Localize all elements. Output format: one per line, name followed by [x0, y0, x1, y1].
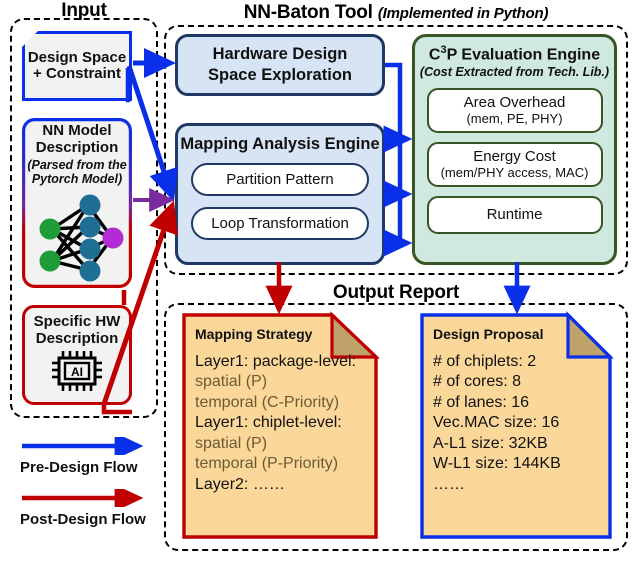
output-group-title: Output Report [164, 282, 628, 304]
design-proposal-title: Design Proposal [433, 326, 544, 342]
energy-cost-line1: Energy Cost [473, 148, 556, 166]
hdse-line2: Space Exploration [208, 66, 352, 84]
design-proposal-line-0: # of chiplets: 2 [433, 353, 537, 370]
design-space-box[interactable]: Design Space + Constraint [22, 31, 132, 101]
pre-design-flow-label: Pre-Design Flow [20, 459, 138, 476]
ai-chip-label: AI [71, 365, 83, 379]
design-proposal-note[interactable]: Design Proposal # of chiplets: 2 # of co… [420, 311, 614, 539]
area-overhead-line2: (mem, PE, PHY) [466, 110, 563, 126]
hdse-line1: Hardware Design [212, 45, 348, 64]
nn-model-box[interactable]: NN Model Description (Parsed from the Py… [22, 118, 132, 288]
loop-transformation-item[interactable]: Loop Transformation [191, 207, 369, 241]
ai-chip-icon: AI [52, 351, 102, 391]
tool-group-title-text: NN-Baton Tool [243, 2, 373, 23]
design-proposal-line-6: …… [433, 475, 465, 493]
legend: Pre-Design Flow Post-Design Flow [18, 437, 178, 541]
design-space-line2: + Constraint [33, 65, 121, 82]
energy-cost-line2: (mem/PHY access, MAC) [440, 164, 589, 180]
specific-hw-line1: Specific HW [33, 313, 121, 330]
output-group-title-text: Output Report [332, 282, 460, 303]
nn-model-note2: Pytorch Model) [31, 172, 123, 187]
area-overhead-line1: Area Overhead [463, 94, 566, 112]
specific-hw-box[interactable]: Specific HW Description AI [22, 305, 132, 405]
runtime-line1: Runtime [486, 205, 543, 223]
neural-network-graph-icon [39, 194, 124, 282]
energy-cost-item[interactable]: Energy Cost (mem/PHY access, MAC) [426, 142, 603, 188]
mapping-analysis-engine-box[interactable]: Mapping Analysis Engine Partition Patter… [175, 123, 385, 265]
mapping-strategy-line-6: Layer2: …… [195, 475, 285, 493]
mapping-strategy-title: Mapping Strategy [195, 326, 313, 342]
mapping-strategy-line-3: Layer1: chiplet-level: [195, 414, 342, 432]
c3p-title-pre: C [428, 46, 441, 64]
design-proposal-line-4: A-L1 size: 32KB [433, 434, 548, 452]
tool-group-title: NN-Baton Tool (Implemented in Python) [164, 2, 628, 24]
mapping-strategy-line-5: temporal (P-Priority) [195, 455, 339, 473]
mapping-strategy-line-2: temporal (C-Priority) [195, 393, 340, 411]
partition-pattern-item[interactable]: Partition Pattern [191, 163, 369, 197]
legend-pre-design-flow: Pre-Design Flow [18, 437, 178, 489]
tool-group-subtitle: (Implemented in Python) [377, 5, 549, 22]
pre-design-flow-arrow-icon [22, 437, 144, 455]
nn-model-line2: Description [35, 138, 119, 156]
c3p-subtitle: (Cost Extracted from Tech. Lib.) [419, 64, 610, 79]
runtime-item[interactable]: Runtime [426, 196, 603, 235]
design-proposal-line-5: W-L1 size: 144KB [433, 455, 561, 473]
loop-transformation-label: Loop Transformation [211, 215, 349, 233]
mapping-strategy-line-1: spatial (P) [195, 373, 268, 391]
c3p-title: C3P Evaluation Engine [429, 44, 600, 64]
mapping-strategy-line-4: spatial (P) [195, 434, 268, 452]
c3p-evaluation-engine-box[interactable]: C3P Evaluation Engine (Cost Extracted fr… [412, 34, 617, 265]
mapping-strategy-line-0: Layer1: package-level: [195, 353, 356, 370]
c3p-title-post: P Evaluation Engine [446, 46, 601, 64]
partition-pattern-label: Partition Pattern [226, 171, 334, 189]
post-design-flow-label: Post-Design Flow [20, 511, 146, 528]
design-proposal-line-3: Vec.MAC size: 16 [433, 414, 560, 432]
legend-post-design-flow: Post-Design Flow [18, 489, 178, 541]
design-proposal-line-2: # of lanes: 16 [433, 393, 530, 411]
input-group-title: Input [10, 0, 158, 22]
post-design-flow-arrow-icon [22, 489, 144, 507]
design-space-line1: Design Space [27, 48, 127, 66]
specific-hw-line2: Description [35, 329, 119, 347]
mapping-analysis-engine-title: Mapping Analysis Engine [180, 135, 380, 153]
hardware-design-space-exploration-box[interactable]: Hardware Design Space Exploration [175, 34, 385, 96]
mapping-strategy-note[interactable]: Mapping Strategy Layer1: package-level: … [182, 311, 380, 539]
nn-model-line1: NN Model [42, 122, 112, 139]
input-group-title-text: Input [61, 0, 107, 21]
area-overhead-item[interactable]: Area Overhead (mem, PE, PHY) [426, 88, 603, 134]
design-proposal-line-1: # of cores: 8 [433, 373, 522, 391]
nn-model-note1: (Parsed from the [27, 158, 127, 172]
